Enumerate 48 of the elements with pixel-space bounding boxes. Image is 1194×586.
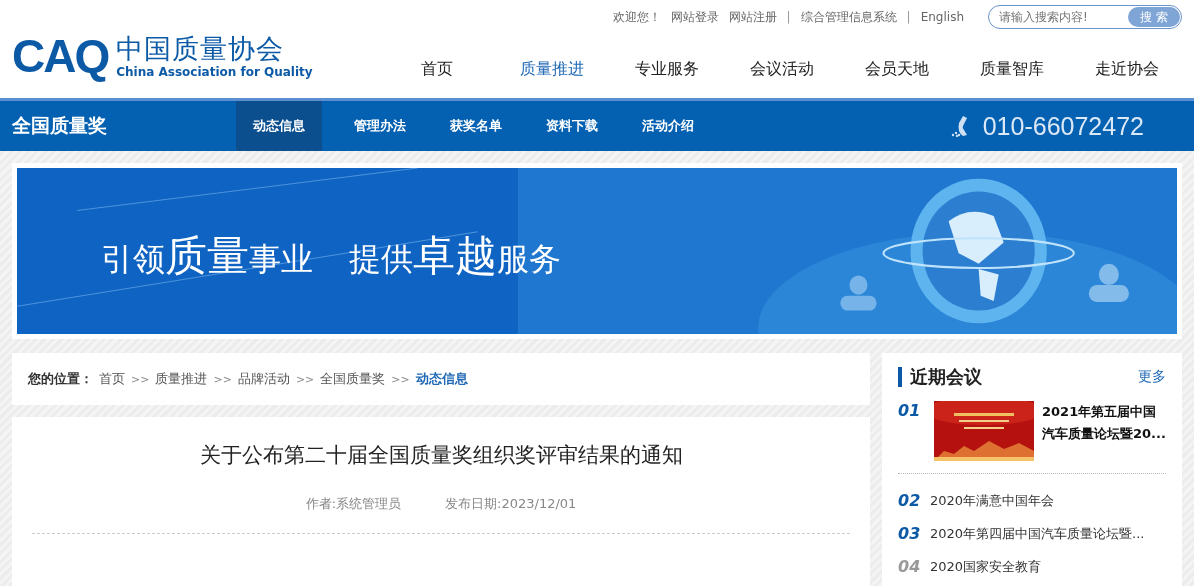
link-separator: | — [786, 10, 791, 24]
nav-item[interactable]: 走近协会 — [1069, 59, 1184, 80]
meeting-link[interactable]: 2020年满意中国年会 — [930, 491, 1055, 510]
logo-english-name: China Association for Quality — [116, 65, 313, 79]
breadcrumb-separator: >> — [131, 372, 150, 386]
top-link[interactable]: 网站登录 — [670, 8, 719, 26]
breadcrumb-link[interactable]: 首页 — [99, 370, 125, 388]
sub-nav-tab[interactable]: 活动介绍 — [620, 101, 716, 151]
nav-item[interactable]: 质量推进 — [494, 59, 609, 80]
meeting-link[interactable]: 2020国家安全教育 — [930, 557, 1042, 576]
breadcrumb-separator: >> — [213, 372, 232, 386]
nav-item[interactable]: 专业服务 — [609, 59, 724, 80]
nav-item[interactable]: 会议活动 — [724, 59, 839, 80]
sub-nav-tab[interactable]: 动态信息 — [236, 101, 322, 151]
breadcrumb-link[interactable]: 动态信息 — [415, 370, 468, 388]
breadcrumb-separator: >> — [391, 372, 410, 386]
breadcrumb-label: 您的位置： — [28, 370, 93, 388]
link-separator: | — [906, 10, 911, 24]
top-link[interactable]: 综合管理信息系统 — [800, 8, 897, 26]
sub-nav-tab[interactable]: 管理办法 — [332, 101, 428, 151]
breadcrumb-separator: >> — [295, 372, 315, 386]
logo-mark: CAQ — [12, 29, 109, 83]
welcome-text: 欢迎您！ — [612, 8, 661, 26]
item-number: 04 — [898, 557, 922, 576]
meeting-link[interactable]: 2020年第四届中国汽车质量论坛暨... — [930, 524, 1145, 543]
nav-item[interactable]: 质量智库 — [954, 59, 1069, 80]
item-number: 02 — [898, 491, 922, 510]
item-number: 03 — [898, 524, 922, 543]
article-date: 发布日期:2023/12/01 — [445, 495, 577, 513]
banner-slogan: 引领质量事业 提供卓越服务 — [101, 230, 561, 282]
breadcrumb-link[interactable]: 全国质量奖 — [320, 370, 386, 388]
panel-title: 近期会议 — [898, 367, 982, 387]
article-title: 关于公布第二十届全国质量奖组织奖评审结果的通知 — [198, 442, 684, 469]
top-link[interactable]: English — [920, 10, 964, 24]
breadcrumb-link[interactable]: 质量推进 — [155, 370, 208, 388]
nav-item[interactable]: 会员天地 — [839, 59, 954, 80]
top-link[interactable]: 网站注册 — [728, 8, 777, 26]
meeting-link[interactable]: 2021年第五届中国汽车质量论坛暨20... — [1042, 401, 1166, 445]
phone-number: 010-66072472 — [982, 111, 1144, 141]
more-link[interactable]: 更多 — [1138, 368, 1166, 386]
sub-nav-tab[interactable]: 资料下载 — [524, 101, 620, 151]
logo-name: 中国质量协会 — [116, 33, 286, 65]
breadcrumb-link[interactable]: 品牌活动 — [237, 370, 290, 388]
nav-item[interactable]: 首页 — [379, 59, 494, 80]
section-title: 全国质量奖 — [11, 113, 108, 138]
article-author: 作者:系统管理员 — [305, 495, 402, 513]
sub-nav-tab[interactable]: 获奖名单 — [428, 101, 524, 151]
item-number: 01 — [898, 401, 922, 420]
